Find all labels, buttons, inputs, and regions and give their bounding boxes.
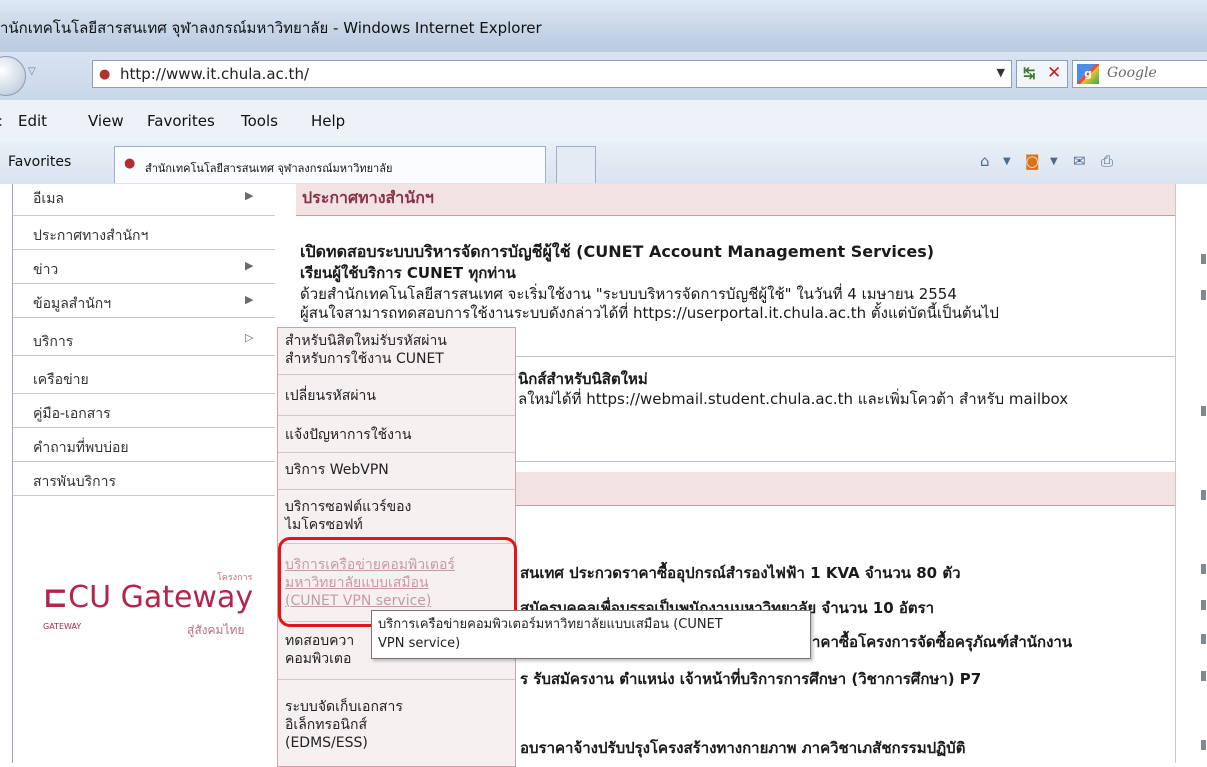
stop-icon[interactable]: ✕ — [1047, 63, 1061, 83]
search-input[interactable]: g Google — [1072, 60, 1207, 88]
submenu-item-webvpn[interactable]: บริการ WebVPN — [278, 453, 515, 490]
news-item[interactable]: อบราคาจ้างปรับปรุงโครงสร้างทางกายภาพ ภาค… — [520, 736, 965, 760]
submenu-arrow-icon: ▶ — [245, 259, 254, 272]
chevron-down-icon[interactable]: ▽ — [28, 66, 36, 77]
address-field[interactable]: ● http://www.it.chula.ac.th/ ▼ — [92, 60, 1012, 88]
menu-separator: : — [0, 112, 3, 130]
left-nav-label: สารพันบริการ — [33, 474, 116, 490]
section-header: ประกาศทางสำนักฯ — [296, 184, 1175, 216]
google-logo-icon: g — [1077, 64, 1099, 84]
submenu-item-label: ทดสอบควา คอมพิวเตอ — [285, 633, 355, 667]
left-nav-item-office-info[interactable]: ข้อมูลสำนักฯ ▶ — [13, 286, 275, 318]
menu-favorites[interactable]: Favorites — [147, 112, 215, 130]
bullet-marker — [1201, 490, 1206, 500]
submenu-item-new-student-password[interactable]: สำหรับนิสิตใหม่รับรหัสผ่าน สำหรับการใช้ง… — [278, 328, 515, 375]
menu-help[interactable]: Help — [311, 112, 345, 130]
bullet-marker — [1201, 600, 1206, 610]
tab-title: สำนักเทคโนโลยีสารสนเทศ จุฬาลงกรณ์มหาวิทย… — [145, 162, 393, 175]
left-nav-label: อีเมล — [33, 191, 65, 207]
news-item[interactable]: ร รับสมัครงาน ตำแหน่ง เจ้าหน้าที่บริการก… — [520, 667, 981, 691]
logo-tagline: สู่สังคมไทย — [187, 623, 245, 637]
tab-active[interactable]: ● สำนักเทคโนโลยีสารสนเทศ จุฬาลงกรณ์มหาวิ… — [114, 146, 546, 183]
left-nav-item-misc-services[interactable]: สารพันบริการ — [13, 464, 275, 496]
submenu-item-change-password[interactable]: เปลี่ยนรหัสผ่าน — [278, 375, 515, 416]
tooltip: บริการเครือข่ายคอมพิวเตอร์มหาวิทยาลัยแบบ… — [371, 610, 811, 659]
submenu-item-label: ระบบจัดเก็บเอกสาร อิเล็กทรอนิกส์ (EDMS/E… — [285, 699, 403, 751]
left-nav-item-faq[interactable]: คำถามที่พบบ่อย — [13, 430, 275, 462]
new-tab-button[interactable] — [556, 146, 596, 183]
bullet-marker — [1201, 406, 1206, 416]
right-column — [1175, 184, 1207, 763]
menu-view[interactable]: View — [88, 112, 124, 130]
left-nav-label: ประกาศทางสำนักฯ — [33, 228, 149, 244]
submenu-item-report-problem[interactable]: แจ้งปัญหาการใช้งาน — [278, 416, 515, 453]
refresh-stop-buttons: ↹ ✕ — [1016, 60, 1068, 88]
menu-tools[interactable]: Tools — [241, 112, 278, 130]
submenu-item-label: บริการซอฟต์แวร์ของ ไมโครซอฟท์ — [285, 499, 412, 533]
submenu-item-label: บริการ WebVPN — [285, 462, 389, 478]
logo-gateway-text: GATEWAY — [43, 622, 82, 631]
logo-brand-text: CU Gateway — [68, 580, 254, 615]
announcement-text: ลใหม่ได้ที่ https://webmail.student.chul… — [518, 390, 1069, 408]
bullet-marker — [1201, 290, 1206, 300]
address-dropdown-icon[interactable]: ▼ — [997, 66, 1005, 79]
submenu-item-label: แจ้งปัญหาการใช้งาน — [285, 427, 412, 443]
submenu-item-label: สำหรับนิสิตใหม่รับรหัสผ่าน สำหรับการใช้ง… — [285, 333, 447, 367]
menu-edit[interactable]: Edit — [18, 112, 47, 130]
left-nav-item-news[interactable]: ข่าว ▶ — [13, 252, 275, 284]
refresh-icon[interactable]: ↹ — [1023, 64, 1036, 82]
left-nav-label: เครือข่าย — [33, 372, 89, 388]
window-title-bar: านักเทคโนโลยีสารสนเทศ จุฬาลงกรณ์มหาวิทยา… — [0, 0, 1207, 52]
site-favicon-icon: ● — [99, 67, 111, 82]
favorites-button[interactable]: Favorites — [8, 154, 71, 170]
left-nav-label: ข้อมูลสำนักฯ — [33, 296, 112, 312]
left-nav-item-manuals[interactable]: คู่มือ-เอกสาร — [13, 396, 275, 428]
print-icon[interactable]: ⎙ — [1101, 152, 1113, 170]
left-nav-label: บริการ — [33, 334, 74, 350]
left-nav-label: ข่าว — [33, 262, 59, 278]
left-nav-label: คำถามที่พบบ่อย — [33, 440, 129, 456]
bullet-marker — [1201, 254, 1206, 264]
rss-feed-icon[interactable]: ◙ — [1025, 152, 1040, 170]
bullet-marker — [1201, 740, 1206, 750]
search-placeholder: Google — [1107, 65, 1157, 81]
left-nav-item-announcements[interactable]: ประกาศทางสำนักฯ — [13, 218, 275, 250]
announcement-text: ผู้สนใจสามารถทดสอบการใช้งานระบบดังกล่าวไ… — [300, 304, 999, 322]
bullet-marker — [1201, 564, 1206, 574]
left-nav-item-services[interactable]: บริการ ▷ — [13, 324, 275, 356]
favorites-bar: Favorites ● สำนักเทคโนโลยีสารสนเทศ จุฬาล… — [0, 142, 1207, 185]
web-content: อีเมล ▶ ประกาศทางสำนักฯ ข่าว ▶ ข้อมูลสำน… — [0, 184, 1207, 763]
bullet-marker — [1201, 671, 1206, 681]
back-button[interactable] — [0, 56, 26, 96]
left-nav-item-email[interactable]: อีเมล ▶ — [13, 184, 275, 216]
address-toolbar: ▽ ● http://www.it.chula.ac.th/ ▼ ↹ ✕ g G… — [0, 52, 1207, 100]
bullet-marker — [1201, 634, 1206, 644]
submenu-arrow-icon: ▷ — [245, 331, 254, 344]
submenu-item-microsoft-software[interactable]: บริการซอฟต์แวร์ของ ไมโครซอฟท์ — [278, 490, 515, 544]
tooltip-text: บริการเครือข่ายคอมพิวเตอร์มหาวิทยาลัยแบบ… — [378, 617, 723, 651]
tab-favicon-icon: ● — [124, 156, 136, 171]
home-icon[interactable]: ⌂ — [980, 152, 990, 170]
submenu-arrow-icon: ▶ — [245, 189, 254, 202]
section-title: ประกาศทางสำนักฯ — [302, 188, 434, 207]
logo-brand: ⊏CU Gateway — [43, 580, 254, 615]
window-title: านักเทคโนโลยีสารสนเทศ จุฬาลงกรณ์มหาวิทยา… — [0, 19, 542, 37]
news-item[interactable]: าคาซื้อโครงการจัดซื้อครุภัณฑ์สำนักงาน — [812, 630, 1072, 654]
cu-gateway-logo[interactable]: โครงการ ⊏CU Gateway GATEWAY สู่สังคมไทย — [43, 566, 283, 656]
url-text[interactable]: http://www.it.chula.ac.th/ — [120, 65, 309, 83]
menu-bar: : Edit View Favorites Tools Help — [0, 100, 1207, 143]
news-item[interactable]: สนเทศ ประกวดราคาซื้ออุปกรณ์สำรองไฟฟ้า 1 … — [520, 561, 961, 585]
mail-icon[interactable]: ✉ — [1073, 152, 1086, 170]
left-nav-item-network[interactable]: เครือข่าย — [13, 362, 275, 394]
submenu-item-label: เปลี่ยนรหัสผ่าน — [285, 388, 376, 404]
home-dropdown-icon[interactable]: ▼ — [1003, 156, 1011, 167]
submenu-item-edms[interactable]: ระบบจัดเก็บเอกสาร อิเล็กทรอนิกส์ (EDMS/E… — [278, 680, 515, 766]
submenu-arrow-icon: ▶ — [245, 293, 254, 306]
left-nav-label: คู่มือ-เอกสาร — [33, 406, 111, 422]
feed-dropdown-icon[interactable]: ▼ — [1050, 156, 1058, 167]
